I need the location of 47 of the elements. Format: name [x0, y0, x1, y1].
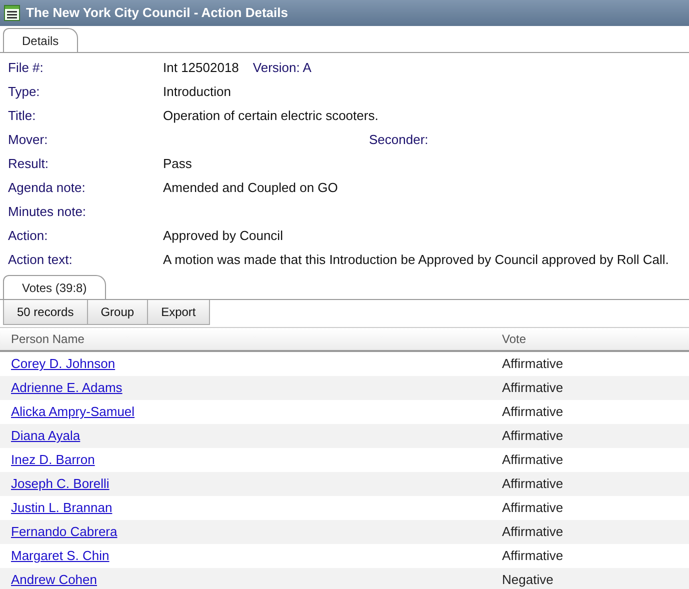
person-link[interactable]: Corey D. Johnson [11, 356, 116, 372]
field-value: Approved by Council [163, 227, 283, 246]
column-header[interactable]: Person Name [0, 330, 502, 348]
person-link[interactable]: Justin L. Brannan [11, 500, 112, 516]
person-link[interactable]: Diana Ayala [11, 428, 80, 444]
field-value: A motion was made that this Introduction be Approved by Council approved by Roll Call. [163, 251, 669, 270]
field-label: Action text: [7, 251, 74, 270]
person-link[interactable]: Andrew Cohen [11, 572, 97, 588]
field-label: Result: [7, 155, 50, 174]
table-cell-text: Affirmative [502, 355, 564, 374]
table-cell-text: Affirmative [502, 427, 564, 446]
field-value: Int 12502018 [163, 59, 239, 78]
window-title: The New York City Council - Action Details [26, 4, 288, 22]
field-value: Amended and Coupled on GO [163, 179, 338, 198]
person-link[interactable]: Fernando Cabrera [11, 524, 118, 540]
table-cell-text: Affirmative [502, 475, 564, 494]
tab[interactable]: Details [3, 28, 78, 52]
table-cell-text: Affirmative [502, 379, 564, 398]
person-link[interactable]: Alicka Ampry-Samuel [11, 404, 135, 420]
table-cell-text: Affirmative [502, 451, 564, 470]
window-icon [4, 5, 20, 21]
field-label: Type: [7, 83, 41, 102]
field-value: Version: A [252, 59, 312, 78]
field-label: Minutes note: [7, 203, 88, 222]
person-link[interactable]: Joseph C. Borelli [11, 476, 110, 492]
field-value: Introduction [163, 83, 231, 102]
table-cell-text: Negative [502, 571, 554, 589]
table-cell-text: Affirmative [502, 499, 564, 518]
field-label: Title: [7, 107, 37, 126]
field-label: Seconder: [369, 131, 428, 150]
field-label: Mover: [7, 131, 49, 150]
column-header[interactable]: Vote [502, 330, 526, 348]
field-label: Action: [7, 227, 49, 246]
field-label: Agenda note: [7, 179, 86, 198]
table-cell-text: Affirmative [502, 523, 564, 542]
field-value: Operation of certain electric scooters. [163, 107, 378, 126]
table-cell-text: Affirmative [502, 403, 564, 422]
tab[interactable]: Votes (39:8) [3, 275, 106, 299]
field-label: File #: [7, 59, 44, 78]
person-link[interactable]: Inez D. Barron [11, 452, 95, 468]
toolbar-button[interactable]: 50 records [3, 300, 88, 325]
person-link[interactable]: Margaret S. Chin [11, 548, 110, 564]
table-cell-text: Affirmative [502, 547, 564, 566]
toolbar-button[interactable]: Export [148, 300, 210, 325]
toolbar-button[interactable]: Group [88, 300, 148, 325]
field-value: Pass [163, 155, 192, 174]
person-link[interactable]: Adrienne E. Adams [11, 380, 122, 396]
